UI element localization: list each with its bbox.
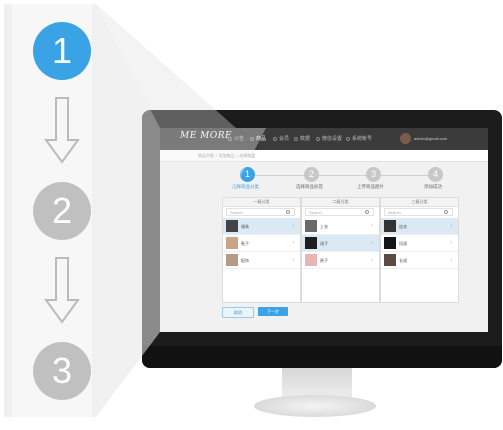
step-1-circle: 1 [33, 22, 91, 80]
list-item[interactable]: 裤子 › [302, 252, 379, 269]
products-icon [250, 136, 254, 141]
chevron-right-icon: › [292, 257, 294, 263]
steps-column: 1 2 3 [4, 4, 96, 417]
product-thumbnail [305, 237, 317, 249]
chevron-right-icon: › [450, 257, 452, 263]
list-item[interactable]: 裙子 › [302, 235, 379, 252]
down-arrow-icon [44, 97, 80, 164]
product-thumbnail [305, 254, 317, 266]
progress-label-4: 添加成功 [424, 184, 442, 189]
nav-item-data[interactable]: 数据 [294, 135, 310, 142]
chevron-right-icon: › [292, 240, 294, 246]
search-input[interactable]: Search [226, 208, 295, 216]
nav-item-members[interactable]: 会员 [273, 135, 289, 142]
app-logo: ME MORE [180, 131, 233, 141]
category-panel-1: 一级分类 Search 服装 › 鞋子 › 配饰 › [222, 197, 301, 303]
app-header: ME MORE 公告 商品 会员 数据 微信设置 系统帐号 admin@gmai… [160, 128, 488, 150]
list-item[interactable]: 长裙 › [381, 252, 458, 269]
monitor-screen: ME MORE 公告 商品 会员 数据 微信设置 系统帐号 admin@gmai… [160, 128, 488, 332]
panel-title: 一级分类 [223, 198, 300, 207]
progress-label-3: 上传商品图片 [357, 184, 384, 189]
product-thumbnail [384, 220, 396, 232]
down-arrow-icon [44, 257, 80, 324]
monitor-stand-neck [282, 364, 352, 398]
wechat-icon [316, 136, 320, 141]
nav-item-announce[interactable]: 公告 [228, 135, 244, 142]
search-input[interactable]: Search [305, 208, 374, 216]
list-item[interactable]: 鞋子 › [223, 235, 300, 252]
product-thumbnail [226, 254, 238, 266]
progress-step-1: 1 [240, 167, 255, 182]
progress-label-2: 选择商品标签 [296, 184, 323, 189]
list-item[interactable]: 配饰 › [223, 252, 300, 269]
category-panel-3: 三级分类 Search 连衣 › 短裙 › 长裙 › [380, 197, 459, 303]
chevron-right-icon: › [371, 240, 373, 246]
step-2-circle: 2 [33, 182, 91, 240]
next-button[interactable]: 下一步 [258, 307, 288, 316]
breadcrumb-bar: 商品列表 > 添加商品 > 选择商品 [160, 150, 488, 162]
product-thumbnail [226, 237, 238, 249]
monitor-stand-base [254, 395, 376, 417]
cancel-button[interactable]: 取消 [222, 307, 254, 318]
announce-icon [228, 136, 232, 141]
nav-item-account[interactable]: 系统帐号 [346, 135, 372, 142]
list-item[interactable]: 上衣 › [302, 218, 379, 235]
nav-item-products[interactable]: 商品 [250, 135, 266, 142]
monitor-chin [142, 346, 502, 368]
search-input[interactable]: Search [384, 208, 453, 216]
progress-step-2: 2 [304, 167, 319, 182]
list-item[interactable]: 服装 › [223, 218, 300, 235]
data-icon [294, 136, 298, 141]
product-thumbnail [305, 220, 317, 232]
panel-title: 二级分类 [302, 198, 379, 207]
nav-item-wechat[interactable]: 微信设置 [316, 135, 342, 142]
step-3-circle: 3 [33, 342, 91, 400]
product-thumbnail [384, 254, 396, 266]
user-email[interactable]: admin@gmail.com [414, 136, 447, 141]
search-icon [444, 210, 448, 214]
breadcrumb: 商品列表 > 添加商品 > 选择商品 [198, 153, 256, 158]
progress-step-3: 3 [366, 167, 381, 182]
chevron-right-icon: › [292, 223, 294, 229]
progress-label-1: 选择商品分类 [232, 184, 259, 189]
search-icon [365, 210, 369, 214]
list-item[interactable]: 连衣 › [381, 218, 458, 235]
product-thumbnail [226, 220, 238, 232]
steps-column-panel: 1 2 3 [12, 4, 92, 417]
search-icon [286, 210, 290, 214]
progress-step-4: 4 [428, 167, 443, 182]
members-icon [273, 136, 277, 141]
account-icon [346, 136, 350, 141]
chevron-right-icon: › [371, 223, 373, 229]
product-thumbnail [384, 237, 396, 249]
panel-title: 三级分类 [381, 198, 458, 207]
progress-line [240, 175, 434, 176]
chevron-right-icon: › [450, 240, 452, 246]
chevron-right-icon: › [371, 257, 373, 263]
avatar[interactable] [400, 133, 411, 144]
category-panel-2: 二级分类 Search 上衣 › 裙子 › 裤子 › [301, 197, 380, 303]
chevron-right-icon: › [450, 223, 452, 229]
list-item[interactable]: 短裙 › [381, 235, 458, 252]
